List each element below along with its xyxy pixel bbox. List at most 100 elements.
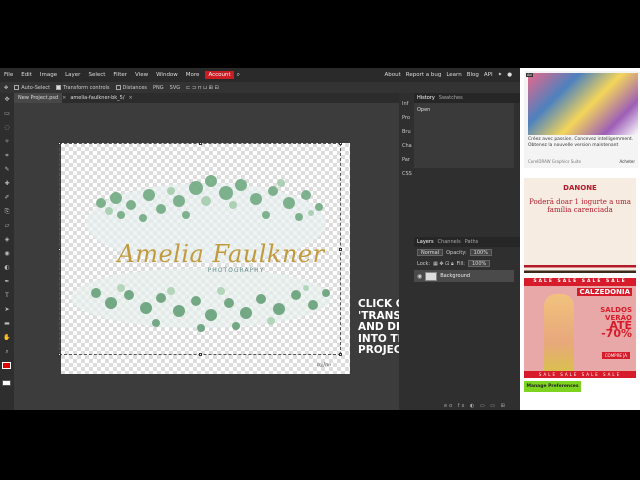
ad-message: Poderă doar 1 iogurte a uma família care… bbox=[529, 198, 631, 214]
shortcut-properties[interactable]: Pro bbox=[402, 115, 410, 121]
ad-brand: DANONE bbox=[563, 184, 597, 192]
manage-preferences-button[interactable]: Manage Preferences bbox=[524, 381, 581, 392]
shape-icon[interactable]: ▬ bbox=[3, 320, 11, 327]
distances-option[interactable]: Distances bbox=[115, 84, 147, 91]
opacity-input[interactable]: 100% bbox=[469, 249, 492, 256]
transform-handle[interactable] bbox=[58, 248, 61, 251]
ad-calzedonia[interactable]: SALE SALE SALE SALE CALZEDONIA SALDOS VE… bbox=[524, 278, 636, 378]
menu-window[interactable]: Window bbox=[152, 72, 182, 78]
hand-icon[interactable]: ✋ bbox=[3, 334, 11, 341]
menu-more[interactable]: More bbox=[182, 72, 204, 78]
ad-source: CorelDRAW Graphics Suite bbox=[528, 159, 581, 164]
dodge-icon[interactable]: ◐ bbox=[3, 264, 11, 271]
crop-tool-icon[interactable]: ⌗ bbox=[3, 152, 11, 159]
history-row[interactable]: Open bbox=[414, 106, 514, 114]
healing-icon[interactable]: ✚ bbox=[3, 180, 11, 187]
brush-icon[interactable]: ✐ bbox=[3, 194, 11, 201]
transform-handle[interactable] bbox=[199, 142, 202, 145]
foreground-color-swatch[interactable] bbox=[2, 362, 11, 369]
ad-line: SALDOS bbox=[600, 306, 632, 314]
tab-channels[interactable]: Channels bbox=[438, 239, 461, 245]
fill-icon[interactable]: ◈ bbox=[3, 236, 11, 243]
menu-bar: File Edit Image Layer Select Filter View… bbox=[0, 68, 520, 82]
transform-handle[interactable] bbox=[199, 353, 202, 356]
menu-edit[interactable]: Edit bbox=[17, 72, 36, 78]
transform-controls-checkbox[interactable] bbox=[56, 84, 62, 90]
ad-buy-button[interactable]: COMPRE JÁ bbox=[601, 352, 630, 359]
canvas-workspace[interactable]: Amelia Faulkner PHOTOGRAPHY byJno bbox=[14, 103, 400, 410]
transform-handle[interactable] bbox=[339, 353, 342, 356]
background-color-swatch[interactable] bbox=[2, 380, 11, 386]
transform-handle[interactable] bbox=[58, 142, 61, 145]
marquee-tool-icon[interactable]: ▭ bbox=[3, 110, 11, 117]
auto-select-option[interactable]: Auto-Select bbox=[14, 84, 50, 91]
distances-checkbox[interactable] bbox=[115, 84, 121, 90]
clone-icon[interactable]: ⎘ bbox=[3, 208, 11, 215]
twitter-icon[interactable]: ✦ bbox=[498, 72, 503, 78]
move-tool-icon[interactable]: ✥ bbox=[3, 96, 11, 103]
menu-view[interactable]: View bbox=[131, 72, 152, 78]
eraser-icon[interactable]: ▱ bbox=[3, 222, 11, 229]
shortcut-brush[interactable]: Bru bbox=[402, 129, 411, 135]
menu-report-bug[interactable]: Report a bug bbox=[406, 72, 442, 78]
png-export-button[interactable]: PNG bbox=[153, 85, 164, 91]
fill-input[interactable]: 100% bbox=[468, 260, 491, 267]
pen-icon[interactable]: ✒ bbox=[3, 278, 11, 285]
menu-blog[interactable]: Blog bbox=[467, 72, 479, 78]
side-panels: History Swatches Open Layers Channels Pa… bbox=[414, 93, 520, 410]
text-tool-icon[interactable]: T bbox=[3, 292, 11, 299]
layers-footer-icons[interactable]: eo fx ◐ ▭ ▭ ⊞ bbox=[444, 403, 507, 409]
search-icon[interactable]: ⌕ bbox=[237, 71, 240, 79]
transform-bounding-box[interactable] bbox=[58, 142, 342, 356]
blur-icon[interactable]: ◉ bbox=[3, 250, 11, 257]
menu-filter[interactable]: Filter bbox=[109, 72, 131, 78]
facebook-icon[interactable]: ● bbox=[507, 72, 512, 78]
auto-select-checkbox[interactable] bbox=[14, 84, 20, 90]
shortcut-css[interactable]: CSS bbox=[402, 171, 412, 177]
blend-mode-select[interactable]: Normal bbox=[417, 249, 444, 256]
transform-controls-label: Transform controls bbox=[63, 84, 110, 91]
menu-image[interactable]: Image bbox=[36, 72, 61, 78]
ad-model-image bbox=[544, 294, 574, 374]
history-panel-tabs: History Swatches bbox=[414, 93, 520, 103]
svg-export-button[interactable]: SVG bbox=[170, 85, 180, 91]
tab-amelia-faulkner[interactable]: amelia-faulkner-bk_5/ bbox=[66, 95, 128, 101]
menu-file[interactable]: File bbox=[0, 72, 17, 78]
tab-swatches[interactable]: Swatches bbox=[439, 95, 463, 101]
ad-sale-banner: SALE SALE SALE SALE bbox=[524, 278, 636, 286]
tools-panel: ✥ ▭ ◌ ✧ ⌗ ✎ ✚ ✐ ⎘ ▱ ◈ ◉ ◐ ✒ T ➤ ▬ ✋ ⌕ bbox=[0, 93, 14, 410]
shortcut-info[interactable]: Inf bbox=[402, 101, 408, 107]
layer-name[interactable]: Background bbox=[440, 273, 470, 279]
layer-row[interactable]: ◉ Background bbox=[414, 270, 514, 282]
shortcut-paragraph[interactable]: Par bbox=[402, 157, 410, 163]
close-icon[interactable]: × bbox=[129, 95, 133, 101]
transform-controls-option[interactable]: Transform controls bbox=[56, 84, 110, 91]
eyedropper-icon[interactable]: ✎ bbox=[3, 166, 11, 173]
tab-layers[interactable]: Layers bbox=[417, 239, 434, 245]
lasso-tool-icon[interactable]: ◌ bbox=[3, 124, 11, 131]
ad-stripe bbox=[524, 265, 636, 273]
menu-about[interactable]: About bbox=[384, 72, 400, 78]
magic-wand-icon[interactable]: ✧ bbox=[3, 138, 11, 145]
menu-learn[interactable]: Learn bbox=[446, 72, 461, 78]
account-button[interactable]: Account bbox=[205, 71, 234, 79]
tab-paths[interactable]: Paths bbox=[465, 239, 479, 245]
ad-corel[interactable]: Ad Créez avec passion. Concevez intellig… bbox=[524, 71, 638, 168]
zoom-icon[interactable]: ⌕ bbox=[3, 348, 11, 355]
tab-history[interactable]: History bbox=[417, 95, 435, 101]
align-icons[interactable]: ⊏ ⊐ ⊓ ⊔ ⊞ ⊟ bbox=[186, 85, 219, 91]
path-select-icon[interactable]: ➤ bbox=[3, 306, 11, 313]
menu-select[interactable]: Select bbox=[84, 72, 109, 78]
menu-layer[interactable]: Layer bbox=[61, 72, 84, 78]
eye-icon[interactable]: ◉ bbox=[417, 273, 422, 280]
transform-handle[interactable] bbox=[339, 248, 342, 251]
ad-danone[interactable]: DANONE Poderă doar 1 iogurte a uma famíl… bbox=[524, 178, 636, 273]
ad-buy-button[interactable]: Acheter bbox=[619, 159, 635, 164]
shortcut-character[interactable]: Cha bbox=[402, 143, 412, 149]
transform-handle[interactable] bbox=[339, 142, 342, 145]
lock-icons[interactable]: ▦ ✥ ⊡ 🔒︎ bbox=[433, 261, 454, 267]
history-panel: Open bbox=[414, 103, 514, 168]
menu-api[interactable]: API bbox=[484, 72, 493, 78]
tab-new-project[interactable]: New Project.psd bbox=[14, 93, 63, 103]
transform-handle[interactable] bbox=[58, 353, 61, 356]
